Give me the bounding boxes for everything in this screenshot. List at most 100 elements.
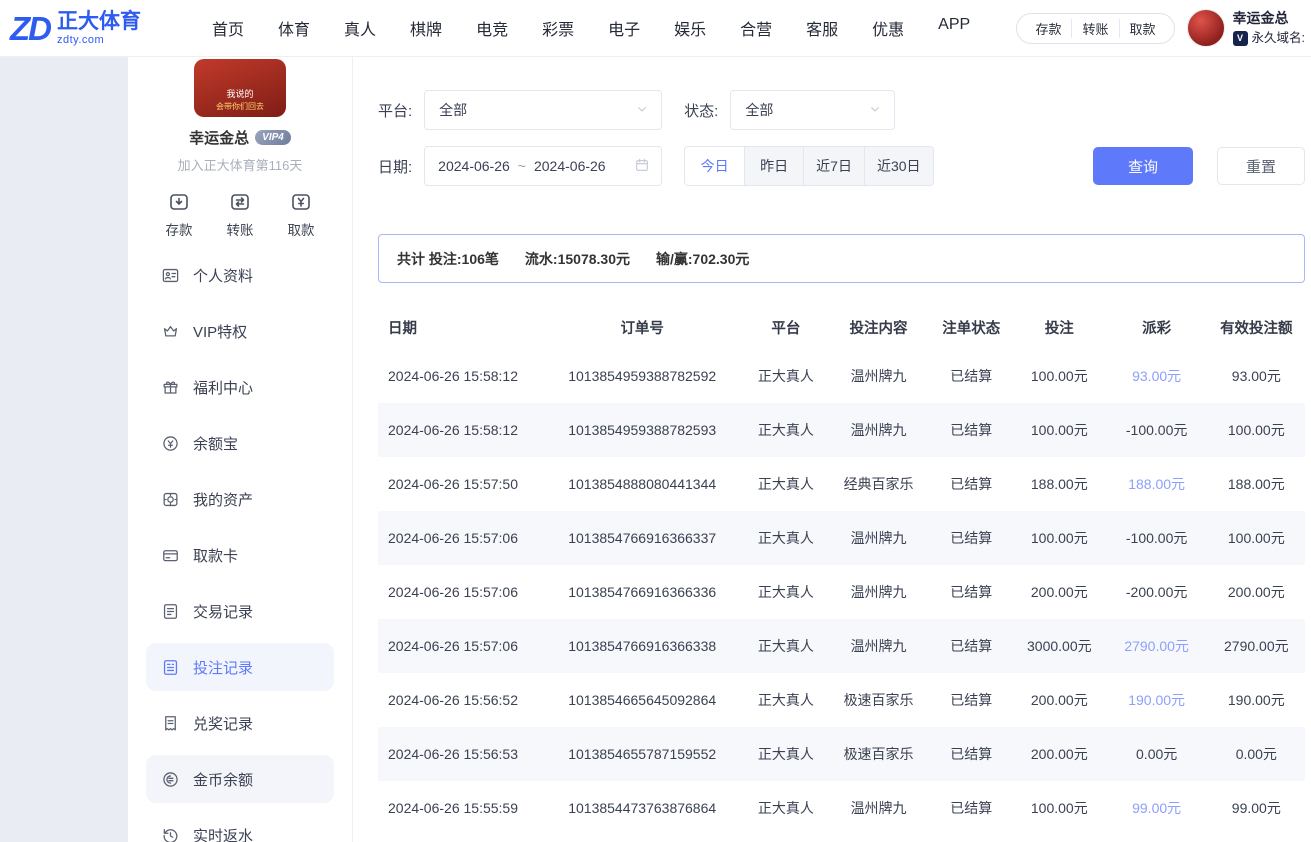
user-avatar[interactable] bbox=[1187, 9, 1225, 47]
cell-r5-c6: 2790.00元 bbox=[1106, 619, 1208, 673]
cell-r2-c2: 正大真人 bbox=[744, 457, 827, 511]
nav-item-8[interactable]: 合营 bbox=[740, 16, 772, 40]
nav-item-3[interactable]: 棋牌 bbox=[410, 16, 442, 40]
calendar-icon bbox=[634, 157, 650, 173]
column-header-7: 有效投注额 bbox=[1208, 305, 1305, 349]
page-body: 我说的 会带你们回去 幸运金总 VIP4 加入正大体育第116天 存款转账取款 … bbox=[0, 57, 1311, 842]
cell-r3-c7: 100.00元 bbox=[1208, 511, 1305, 565]
search-button[interactable]: 查询 bbox=[1093, 147, 1193, 185]
platform-select-value: 全部 bbox=[439, 100, 467, 120]
quick-action-label: 存款 bbox=[166, 219, 193, 239]
cell-r1-c4: 已结算 bbox=[930, 403, 1013, 457]
wallet-transfer-button[interactable]: 转账 bbox=[1071, 19, 1118, 38]
cell-r8-c1: 1013854473763876864 bbox=[540, 781, 744, 835]
reset-button[interactable]: 重置 bbox=[1217, 147, 1305, 185]
cell-r4-c2: 正大真人 bbox=[744, 565, 827, 619]
table-row-5: 2024-06-26 15:57:061013854766916366338正大… bbox=[378, 619, 1305, 673]
wallet-withdraw-button[interactable]: 取款 bbox=[1119, 19, 1166, 38]
cell-r6-c1: 1013854665645092864 bbox=[540, 673, 744, 727]
cell-r3-c4: 已结算 bbox=[930, 511, 1013, 565]
side-menu: 个人资料 VIP特权福利中心余额宝我的资产取款卡交易记录投注记录兑奖记录金币余额实… bbox=[128, 251, 352, 842]
sidebar-username: 幸运金总 bbox=[189, 127, 249, 148]
gift-icon bbox=[161, 378, 180, 397]
sidebar-item-withdraw-card[interactable]: 取款卡 bbox=[146, 531, 334, 579]
gold-balance-icon bbox=[161, 770, 180, 789]
range-button-2[interactable]: 近7日 bbox=[803, 147, 864, 185]
sidebar-item-label: 实时返水 bbox=[193, 825, 253, 842]
sidebar-item-yuebao[interactable]: 余额宝 bbox=[146, 419, 334, 467]
cell-r0-c3: 温州牌九 bbox=[828, 349, 930, 403]
cell-r3-c1: 1013854766916366337 bbox=[540, 511, 744, 565]
cell-r1-c2: 正大真人 bbox=[744, 403, 827, 457]
cell-r7-c3: 极速百家乐 bbox=[828, 727, 930, 781]
cell-r1-c3: 温州牌九 bbox=[828, 403, 930, 457]
sidebar-item-label: 福利中心 bbox=[193, 377, 253, 398]
logo-subtitle: zdty.com bbox=[57, 34, 141, 46]
date-separator: ~ bbox=[518, 158, 526, 174]
range-button-3[interactable]: 近30日 bbox=[864, 147, 933, 185]
quick-action-transfer[interactable]: 转账 bbox=[227, 190, 254, 239]
nav-item-0[interactable]: 首页 bbox=[212, 16, 244, 40]
cell-r8-c6: 99.00元 bbox=[1106, 781, 1208, 835]
platform-select[interactable]: 全部 bbox=[424, 90, 662, 130]
nav-item-9[interactable]: 客服 bbox=[806, 16, 838, 40]
cell-r7-c1: 1013854655787159552 bbox=[540, 727, 744, 781]
sidebar: 我说的 会带你们回去 幸运金总 VIP4 加入正大体育第116天 存款转账取款 … bbox=[128, 57, 353, 842]
quick-action-deposit[interactable]: 存款 bbox=[166, 190, 193, 239]
column-header-1: 订单号 bbox=[540, 305, 744, 349]
wallet-deposit-button[interactable]: 存款 bbox=[1025, 19, 1071, 38]
table-body: 2024-06-26 15:58:121013854959388782592正大… bbox=[378, 349, 1305, 835]
nav-item-1[interactable]: 体育 bbox=[278, 16, 310, 40]
bet-records-icon bbox=[161, 658, 180, 677]
sidebar-item-gold-balance[interactable]: 金币余额 bbox=[146, 755, 334, 803]
sidebar-item-vip[interactable]: VIP特权 bbox=[146, 307, 334, 355]
date-range-input[interactable]: 2024-06-26 ~ 2024-06-26 bbox=[424, 146, 662, 186]
cell-r3-c6: -100.00元 bbox=[1106, 511, 1208, 565]
column-header-0: 日期 bbox=[378, 305, 540, 349]
quick-actions: 存款 转账取款 bbox=[128, 190, 352, 239]
sidebar-item-profile[interactable]: 个人资料 bbox=[146, 251, 334, 299]
nav-item-10[interactable]: 优惠 bbox=[872, 16, 904, 40]
site-logo[interactable]: ZD 正大体育 zdty.com bbox=[10, 10, 158, 45]
cell-r2-c3: 经典百家乐 bbox=[828, 457, 930, 511]
cell-r7-c6: 0.00元 bbox=[1106, 727, 1208, 781]
nav-item-11[interactable]: APP bbox=[938, 16, 970, 40]
sidebar-item-redeem-records[interactable]: 兑奖记录 bbox=[146, 699, 334, 747]
chevron-wrap bbox=[634, 101, 650, 120]
nav-item-6[interactable]: 电子 bbox=[608, 16, 640, 40]
cell-r0-c7: 93.00元 bbox=[1208, 349, 1305, 403]
profile-card: 我说的 会带你们回去 幸运金总 VIP4 加入正大体育第116天 存款转账取款 bbox=[128, 59, 352, 239]
cell-r7-c4: 已结算 bbox=[930, 727, 1013, 781]
sidebar-item-transactions[interactable]: 交易记录 bbox=[146, 587, 334, 635]
sidebar-item-welfare[interactable]: 福利中心 bbox=[146, 363, 334, 411]
nav-item-7[interactable]: 娱乐 bbox=[674, 16, 706, 40]
cell-r2-c5: 188.00元 bbox=[1013, 457, 1106, 511]
date-to-value: 2024-06-26 bbox=[534, 158, 606, 174]
transfer-icon bbox=[228, 190, 252, 214]
header-right: 存款转账取款 幸运金总 V 永久域名: bbox=[1016, 9, 1305, 47]
calendar-icon-wrap bbox=[634, 157, 650, 176]
column-header-2: 平台 bbox=[744, 305, 827, 349]
cell-r1-c0: 2024-06-26 15:58:12 bbox=[378, 403, 540, 457]
status-select[interactable]: 全部 bbox=[730, 90, 895, 130]
cell-r4-c1: 1013854766916366336 bbox=[540, 565, 744, 619]
range-button-0[interactable]: 今日 bbox=[685, 147, 744, 185]
profile-avatar[interactable]: 我说的 会带你们回去 bbox=[194, 59, 286, 117]
cell-r5-c4: 已结算 bbox=[930, 619, 1013, 673]
user-box: 幸运金总 V 永久域名: bbox=[1187, 9, 1305, 47]
cell-r1-c5: 100.00元 bbox=[1013, 403, 1106, 457]
sidebar-item-bet-records[interactable]: 投注记录 bbox=[146, 643, 334, 691]
sidebar-item-rebate[interactable]: 实时返水 bbox=[146, 811, 334, 842]
quick-action-withdraw[interactable]: 取款 bbox=[288, 190, 315, 239]
cell-r4-c3: 温州牌九 bbox=[828, 565, 930, 619]
nav-item-5[interactable]: 彩票 bbox=[542, 16, 574, 40]
range-button-1[interactable]: 昨日 bbox=[744, 147, 803, 185]
nav-item-4[interactable]: 电竞 bbox=[476, 16, 508, 40]
cell-r3-c5: 100.00元 bbox=[1013, 511, 1106, 565]
deposit-icon bbox=[167, 190, 191, 214]
table-row-1: 2024-06-26 15:58:121013854959388782593正大… bbox=[378, 403, 1305, 457]
sidebar-item-assets[interactable]: 我的资产 bbox=[146, 475, 334, 523]
nav-item-2[interactable]: 真人 bbox=[344, 16, 376, 40]
cell-r6-c4: 已结算 bbox=[930, 673, 1013, 727]
sidebar-item-label: VIP特权 bbox=[193, 321, 247, 342]
